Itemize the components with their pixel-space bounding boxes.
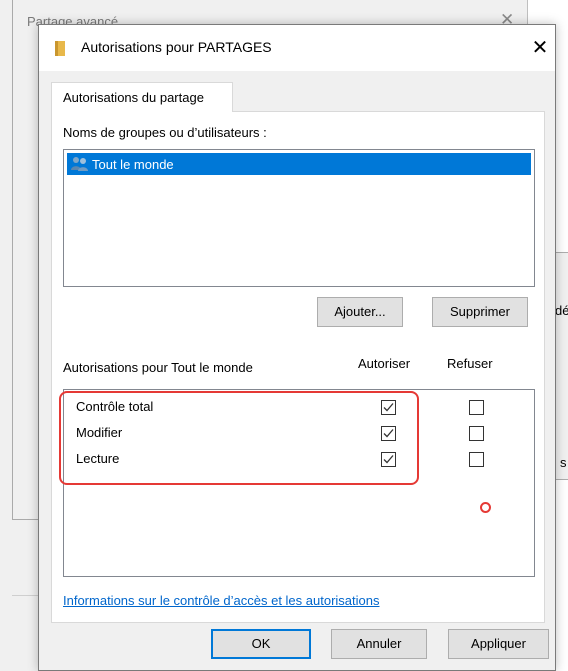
annotation-cursor-marker — [480, 502, 491, 513]
deny-checkbox-read[interactable] — [469, 452, 484, 467]
ok-button[interactable]: OK — [211, 629, 311, 659]
deny-checkbox-modify[interactable] — [469, 426, 484, 441]
add-button[interactable]: Ajouter... — [317, 297, 403, 327]
title-bar[interactable]: Autorisations pour PARTAGES ✕ — [39, 25, 555, 71]
apply-button[interactable]: Appliquer — [448, 629, 549, 659]
close-button[interactable]: ✕ — [527, 35, 553, 61]
remove-button[interactable]: Supprimer — [432, 297, 528, 327]
dialog-title: Autorisations pour PARTAGES — [81, 39, 272, 55]
cancel-button[interactable]: Annuler — [331, 629, 427, 659]
background-edge-text: s — [560, 455, 567, 470]
permissions-dialog: Autorisations pour PARTAGES ✕ Autorisati… — [38, 24, 556, 671]
users-icon — [71, 157, 88, 171]
background-window-footer — [12, 595, 40, 671]
list-item[interactable]: Tout le monde — [67, 153, 531, 175]
background-window-group-box — [554, 252, 568, 480]
allow-column-header: Autoriser — [358, 356, 411, 371]
access-control-info-link[interactable]: Informations sur le contrôle d’accès et … — [63, 593, 380, 608]
deny-checkbox-full-control[interactable] — [469, 400, 484, 415]
annotation-highlight-box — [59, 391, 419, 485]
deny-column-header: Refuser — [447, 356, 493, 371]
permissions-label: Autorisations pour Tout le monde — [63, 360, 253, 375]
group-name: Tout le monde — [92, 156, 174, 172]
folder-icon — [55, 41, 65, 56]
background-edge-text: dé — [555, 303, 568, 318]
groups-label: Noms de groupes ou d’utilisateurs : — [63, 125, 267, 140]
tab-share-permissions[interactable]: Autorisations du partage — [51, 82, 233, 112]
groups-listbox[interactable]: Tout le monde — [63, 149, 535, 287]
